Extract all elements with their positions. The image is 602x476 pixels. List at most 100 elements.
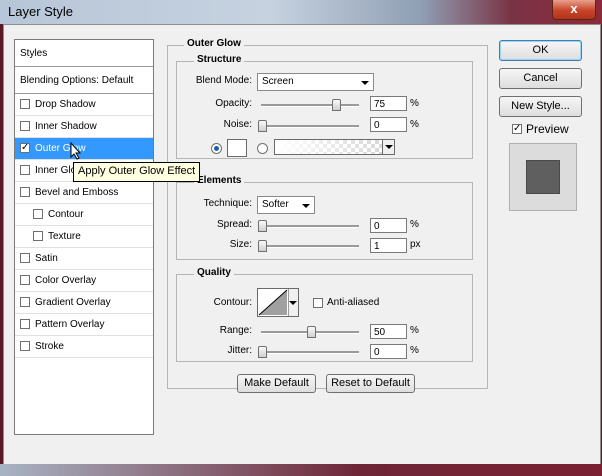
preview-label: Preview (526, 122, 569, 136)
noise-slider-handle[interactable] (258, 120, 267, 132)
size-slider[interactable] (261, 245, 359, 248)
preview-checkbox[interactable]: ✓ (512, 124, 522, 134)
style-item-label: Inner Shadow (35, 121, 97, 132)
style-item-drop-shadow[interactable]: Drop Shadow (15, 94, 153, 116)
size-label: Size: (229, 239, 252, 250)
opacity-unit: % (410, 98, 419, 109)
close-button[interactable]: x (552, 0, 596, 20)
style-item-satin[interactable]: Satin (15, 248, 153, 270)
ok-button[interactable]: OK (499, 40, 582, 61)
chevron-down-icon (361, 81, 369, 85)
range-input[interactable]: 50 (370, 324, 407, 339)
style-item-label: Pattern Overlay (35, 319, 105, 330)
gradient-radio[interactable] (257, 143, 268, 154)
technique-value: Softer (262, 199, 289, 210)
style-item-label: Gradient Overlay (35, 297, 111, 308)
opacity-input[interactable]: 75 (370, 96, 407, 111)
range-unit: % (410, 325, 419, 336)
gradient-picker[interactable] (274, 139, 395, 155)
noise-input[interactable]: 0 (370, 117, 407, 132)
style-item-label: Contour (48, 209, 84, 220)
contour-checkbox[interactable] (33, 209, 43, 219)
style-item-gradient-overlay[interactable]: Gradient Overlay (15, 292, 153, 314)
jitter-unit: % (410, 345, 419, 356)
spread-slider[interactable] (261, 225, 359, 228)
style-item-color-overlay[interactable]: Color Overlay (15, 270, 153, 292)
outer-glow-title: Outer Glow (184, 38, 244, 49)
texture-checkbox[interactable] (33, 231, 43, 241)
outer-glow-checkbox[interactable]: ✓ (20, 143, 30, 153)
chevron-down-icon (385, 145, 393, 149)
blend-mode-label: Blend Mode: (195, 75, 252, 86)
preview-swatch (526, 160, 560, 194)
reset-to-default-button[interactable]: Reset to Default (326, 374, 415, 393)
opacity-slider-handle[interactable] (332, 99, 341, 111)
spread-unit: % (410, 219, 419, 230)
jitter-slider[interactable] (261, 351, 359, 354)
style-item-outer-glow[interactable]: ✓ Outer Glow (15, 138, 153, 160)
noise-slider[interactable] (261, 125, 359, 128)
anti-aliased-label: Anti-aliased (327, 297, 380, 308)
noise-unit: % (410, 119, 419, 130)
glow-color-swatch[interactable] (227, 139, 247, 157)
spread-input[interactable]: 0 (370, 218, 407, 233)
jitter-label: Jitter: (227, 345, 252, 356)
style-item-label: Bevel and Emboss (35, 187, 119, 198)
chevron-down-icon (302, 204, 310, 208)
inner-shadow-checkbox[interactable] (20, 121, 30, 131)
blending-options-item[interactable]: Blending Options: Default (15, 67, 153, 94)
technique-label: Technique: (203, 198, 252, 209)
styles-panel: Styles Blending Options: Default Drop Sh… (14, 39, 154, 435)
gradient-overlay-checkbox[interactable] (20, 297, 30, 307)
stroke-checkbox[interactable] (20, 341, 30, 351)
title-bar: Layer Style x (0, 0, 602, 24)
cancel-button[interactable]: Cancel (499, 68, 582, 89)
style-item-pattern-overlay[interactable]: Pattern Overlay (15, 314, 153, 336)
size-input[interactable]: 1 (370, 238, 407, 253)
make-default-button[interactable]: Make Default (237, 374, 316, 393)
color-overlay-checkbox[interactable] (20, 275, 30, 285)
opacity-label: Opacity: (215, 98, 252, 109)
inner-glow-checkbox[interactable] (20, 165, 30, 175)
anti-aliased-checkbox[interactable] (313, 298, 323, 308)
elements-title: Elements (194, 175, 245, 186)
new-style-button[interactable]: New Style... (499, 96, 582, 117)
opacity-slider[interactable] (261, 104, 359, 107)
jitter-slider-handle[interactable] (258, 346, 267, 358)
structure-title: Structure (194, 54, 245, 65)
style-item-texture[interactable]: Texture (15, 226, 153, 248)
drop-shadow-checkbox[interactable] (20, 99, 30, 109)
style-item-contour[interactable]: Contour (15, 204, 153, 226)
style-item-inner-shadow[interactable]: Inner Shadow (15, 116, 153, 138)
solid-color-radio[interactable] (211, 143, 222, 154)
gradient-dropdown-button[interactable] (382, 140, 394, 154)
size-slider-handle[interactable] (258, 240, 267, 252)
contour-linear-icon (258, 289, 288, 316)
style-item-stroke[interactable]: Stroke (15, 336, 153, 358)
mouse-pointer-icon (70, 142, 82, 160)
desktop-background (0, 464, 602, 476)
bevel-emboss-checkbox[interactable] (20, 187, 30, 197)
spread-label: Spread: (216, 219, 252, 230)
contour-label: Contour: (213, 297, 252, 308)
contour-dropdown-button[interactable] (288, 289, 298, 316)
range-slider-handle[interactable] (307, 326, 316, 338)
chevron-down-icon (289, 301, 297, 305)
style-item-label: Texture (48, 231, 81, 242)
close-icon: x (570, 1, 578, 16)
style-item-label: Stroke (35, 341, 64, 352)
gradient-preview (275, 140, 382, 154)
spread-slider-handle[interactable] (258, 220, 267, 232)
pattern-overlay-checkbox[interactable] (20, 319, 30, 329)
technique-select[interactable]: Softer (257, 196, 315, 214)
jitter-input[interactable]: 0 (370, 344, 407, 359)
styles-header[interactable]: Styles (15, 40, 153, 67)
range-label: Range: (219, 325, 252, 336)
blend-mode-select[interactable]: Screen (257, 73, 374, 91)
style-item-label: Satin (35, 253, 58, 264)
contour-picker[interactable] (257, 288, 299, 317)
size-unit: px (410, 239, 421, 250)
style-item-bevel-emboss[interactable]: Bevel and Emboss (15, 182, 153, 204)
satin-checkbox[interactable] (20, 253, 30, 263)
quality-title: Quality (194, 267, 234, 278)
